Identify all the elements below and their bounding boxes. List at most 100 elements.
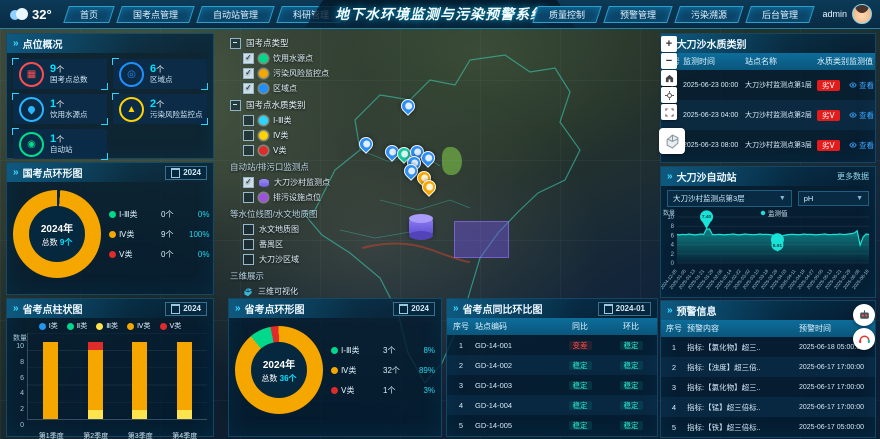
marker-pin-orange[interactable] (419, 178, 439, 198)
cylinder-icon (259, 179, 269, 187)
layer-item[interactable]: Ⅴ类 (243, 143, 382, 158)
view-link[interactable]: 查看 (849, 140, 874, 151)
svg-text:6: 6 (671, 233, 675, 239)
x-tick: 第2季度 (83, 431, 108, 439)
station-select[interactable]: 大刀沙村监测点第3层▼ (667, 190, 792, 207)
header-arrow-icon: » (13, 38, 19, 49)
layer-item[interactable]: 大刀沙区域 (243, 252, 382, 267)
assistant-button[interactable] (853, 304, 875, 326)
view-link[interactable]: 查看 (849, 80, 874, 91)
header-arrow-icon: » (235, 303, 241, 314)
layer-checkbox[interactable] (243, 145, 254, 156)
layer-item[interactable]: 排污设施点位 (243, 190, 382, 205)
marker-cylinder[interactable] (409, 218, 433, 236)
warning-row[interactable]: 4指标:【锰】超三倍标..2025-06-17 17:00:00 (661, 397, 875, 417)
layer-item[interactable]: ✓污染风险监控点 (243, 66, 382, 81)
bar-segment (88, 342, 103, 351)
layer-group-title: 三维展示 (230, 270, 382, 282)
nav-quality-control[interactable]: 质量控制 (533, 6, 603, 23)
water-table-row: 22025-06-23 04:00大刀沙村监测点第2层劣Ⅴ查看 (661, 100, 875, 130)
water-table-row: 12025-06-23 00:00大刀沙村监测点第1层劣Ⅴ查看 (661, 70, 875, 100)
layer-checkbox[interactable]: ✓ (243, 53, 254, 64)
layer-type-icon (259, 131, 268, 140)
layer-item[interactable]: ✓大刀沙村监测点 (243, 175, 382, 190)
svg-text:2: 2 (671, 252, 675, 258)
more-data-link[interactable]: 更多数据 (837, 171, 869, 182)
date-picker[interactable]: 2024-01 (598, 302, 651, 316)
map-zoom-in-button[interactable]: + (661, 36, 677, 52)
layer-item[interactable]: 三维可视化 (243, 284, 382, 299)
layer-checkbox[interactable] (243, 192, 254, 203)
service-button[interactable] (853, 328, 875, 350)
layer-item[interactable]: 番禺区 (243, 237, 382, 252)
layer-checkbox[interactable]: ✓ (243, 83, 254, 94)
warning-row[interactable]: 3指标:【氯化物】超三..2025-06-17 17:00:00 (661, 377, 875, 397)
legend-row: Ⅳ类9个100% (109, 229, 209, 240)
warning-row[interactable]: 5指标:【铁】超三倍标..2025-06-17 05:00:00 (661, 417, 875, 437)
layer-item[interactable]: ✓饮用水源点 (243, 51, 382, 66)
layer-item[interactable]: ✓区域点 (243, 81, 382, 96)
nav-auto-stations[interactable]: 自动站管理 (196, 6, 275, 23)
marker-pin-blue[interactable] (418, 148, 438, 168)
map-fullscreen-button[interactable] (661, 104, 677, 120)
marker-pin-teal[interactable] (394, 144, 414, 164)
warning-row[interactable]: 2指标:【浊度】超三倍..2025-06-17 17:00:00 (661, 357, 875, 377)
legend-dot (109, 211, 116, 218)
nav-pollution-trace[interactable]: 污染溯源 (675, 6, 745, 23)
avatar[interactable] (852, 4, 872, 24)
layer-item[interactable]: 水文地质图 (243, 222, 382, 237)
map-locate-button[interactable] (661, 87, 677, 103)
layer-group-toggle[interactable]: 国考点类型 (230, 37, 382, 49)
collapse-icon[interactable] (230, 38, 241, 49)
weather-widget: 32° (8, 7, 52, 22)
date-picker[interactable]: 2024 (165, 302, 207, 316)
layer-type-icon (259, 146, 268, 155)
bar-segment (132, 342, 147, 411)
map-home-button[interactable] (661, 70, 677, 86)
comparison-row: 2GD-14-002稳定稳定 (447, 355, 657, 375)
nav-home[interactable]: 首页 (63, 6, 115, 23)
marker-pin-blue[interactable] (407, 142, 427, 162)
layer-checkbox[interactable] (243, 239, 254, 250)
nav-admin-mgmt[interactable]: 后台管理 (746, 6, 816, 23)
layer-checkbox[interactable] (243, 254, 254, 265)
layer-checkbox[interactable]: ✓ (243, 177, 254, 188)
panel-provincial-donut-header: » 省考点环形图 2024 (229, 299, 441, 318)
nav-national-points[interactable]: 国考点管理 (116, 6, 195, 23)
warning-row[interactable]: 1指标:【氯化物】超三..2025-06-18 05:00:00 (661, 337, 875, 357)
layer-checkbox[interactable]: ✓ (243, 68, 254, 79)
marker-pin-blue[interactable] (399, 96, 419, 116)
marker-pin-blue[interactable] (404, 153, 424, 173)
bar-column (43, 342, 58, 419)
layer-checkbox[interactable] (243, 115, 254, 126)
parameter-select[interactable]: pH▼ (798, 191, 869, 206)
nav-right: 质量控制 预警管理 污染溯源 后台管理 (535, 6, 812, 23)
layer-checkbox[interactable] (243, 224, 254, 235)
panel-warnings: » 预警信息 序号 预警内容 预警时间 1指标:【氯化物】超三..2025-06… (660, 300, 876, 438)
legend-dot (331, 387, 338, 394)
warnings-table-header: 序号 预警内容 预警时间 (661, 320, 875, 337)
marker-pin-blue[interactable] (401, 161, 421, 181)
x-tick: 第4季度 (172, 431, 197, 439)
view-link[interactable]: 查看 (849, 110, 874, 121)
user-menu[interactable]: admin (822, 4, 872, 24)
map-zoom-out-button[interactable]: − (661, 53, 677, 69)
bar-chart: 数量 1086420 (7, 331, 213, 429)
header-arrow-icon: » (667, 305, 673, 316)
marker-pin-blue[interactable] (382, 142, 402, 162)
nav-warning-mgmt[interactable]: 预警管理 (604, 6, 674, 23)
layer-group-title: 等水位线图/水文地质图 (230, 208, 382, 220)
stat-drinking-water: 1个 饮用水源点 (13, 94, 107, 124)
date-picker[interactable]: 2024 (165, 166, 207, 180)
panel-national-donut-header: » 国考点环形图 2024 (7, 163, 213, 182)
map-3d-button[interactable] (659, 128, 685, 154)
yoy-status: 稳定 (569, 381, 592, 390)
layer-group-toggle[interactable]: 国考点水质类别 (230, 99, 382, 111)
layer-item[interactable]: Ⅳ类 (243, 128, 382, 143)
layer-item[interactable]: Ⅰ-Ⅲ类 (243, 113, 382, 128)
cloud-icon (8, 8, 28, 20)
marker-pin-orange[interactable] (414, 168, 434, 188)
collapse-icon[interactable] (230, 100, 241, 111)
date-picker[interactable]: 2024 (393, 302, 435, 316)
layer-checkbox[interactable] (243, 130, 254, 141)
